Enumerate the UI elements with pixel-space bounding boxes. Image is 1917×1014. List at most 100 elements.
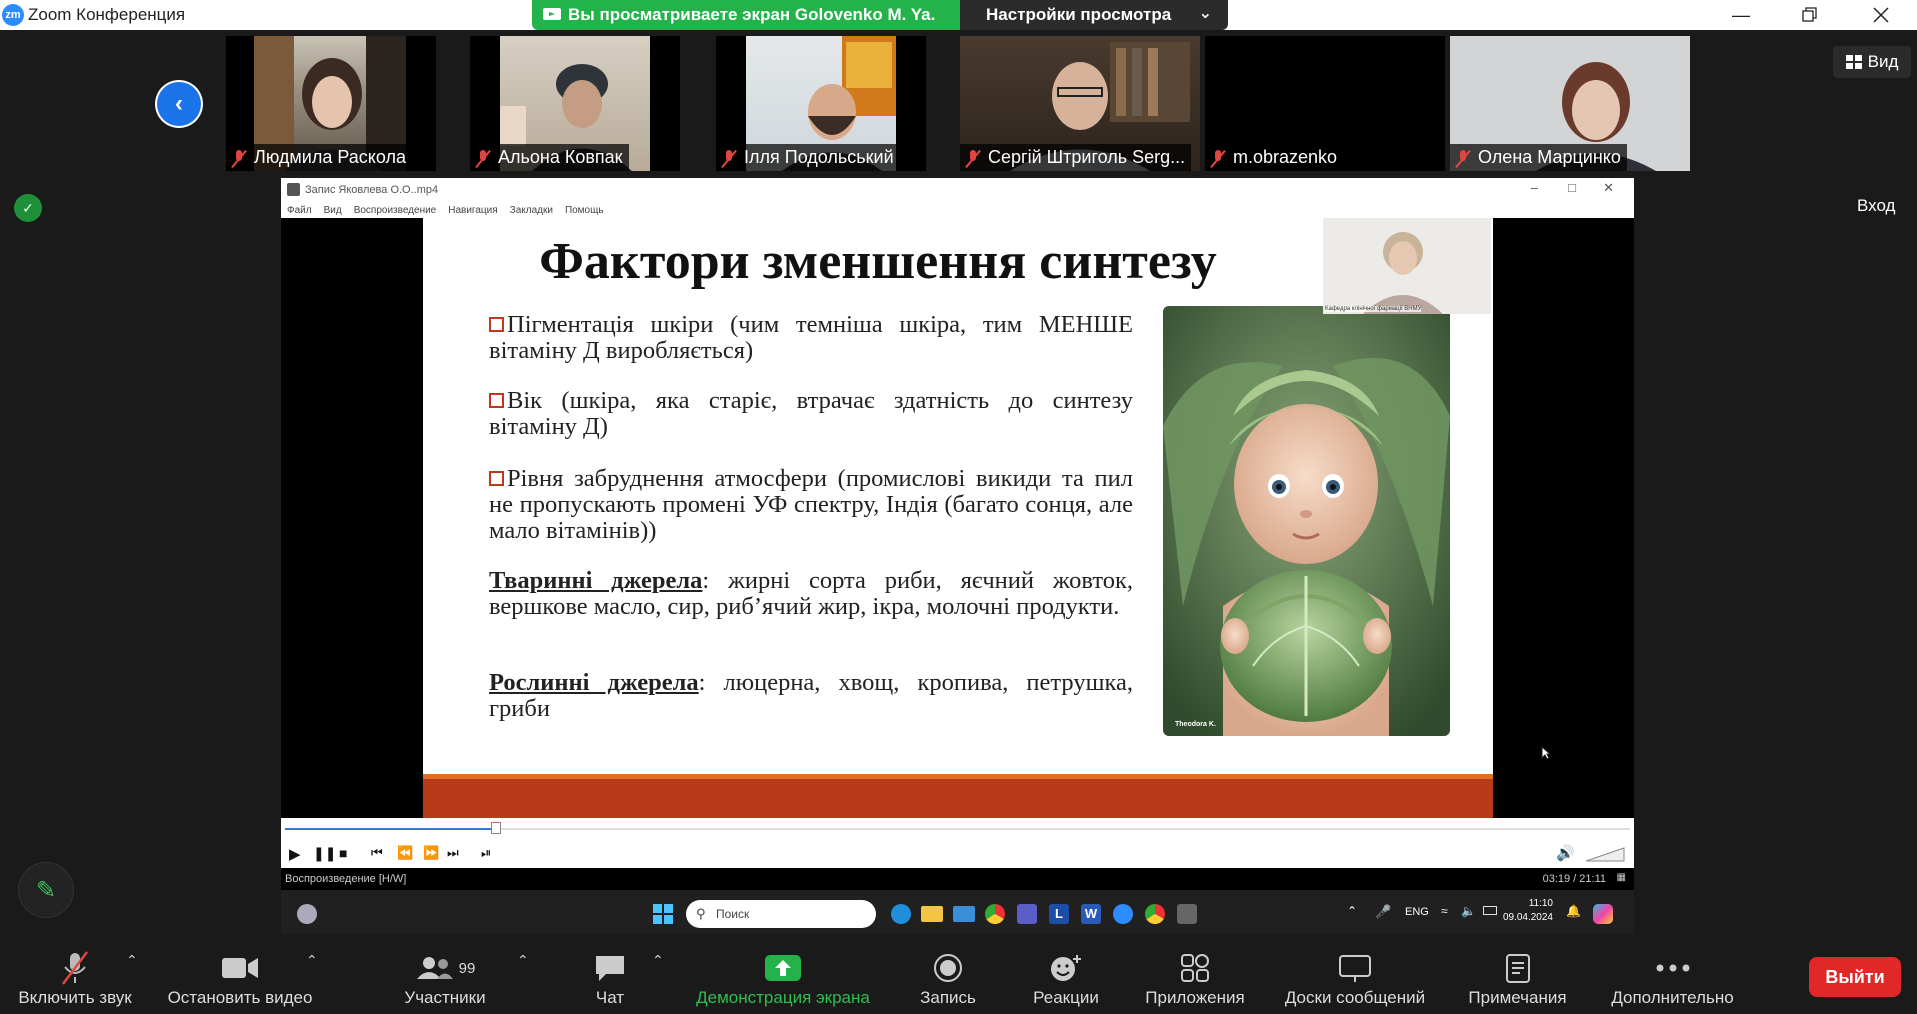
copilot-icon[interactable]	[1593, 904, 1613, 924]
chevron-up-icon[interactable]: ⌃	[1347, 904, 1357, 918]
audio-options-caret[interactable]: ⌃	[126, 952, 138, 969]
reactions-button[interactable]: Реакции	[1016, 934, 1116, 1014]
more-button[interactable]: Дополнительно	[1595, 934, 1750, 1014]
restore-button[interactable]	[1787, 0, 1833, 30]
annotate-pencil-button[interactable]: ✎	[18, 862, 74, 918]
player-mode-icon: ▦	[1616, 872, 1626, 883]
frame-step-button[interactable]: ⏯	[481, 845, 491, 861]
participants-options-caret[interactable]: ⌃	[517, 952, 529, 969]
fast-forward-button[interactable]: ⏩	[423, 845, 439, 861]
unmute-button[interactable]: Включить звук	[10, 934, 140, 1014]
apps-button[interactable]: Приложения	[1135, 934, 1255, 1014]
participant-tile[interactable]: Альона Ковпак	[470, 36, 680, 171]
minimize-button[interactable]: —	[1718, 0, 1764, 30]
mic-muted-icon	[230, 149, 248, 167]
taskbar-search-field[interactable]: ⚲ Поиск	[686, 900, 876, 928]
security-shield-icon[interactable]: ✓	[14, 194, 42, 222]
share-banner-text: Вы просматриваете экран Golovenko M. Ya.	[568, 5, 936, 24]
zoom-app-icon[interactable]	[1113, 904, 1133, 924]
previous-track-button[interactable]: ⏮	[371, 845, 383, 861]
stop-button[interactable]: ■	[339, 845, 347, 861]
chrome-profile-icon[interactable]	[1145, 904, 1165, 924]
windows-start-icon[interactable]	[653, 904, 673, 924]
participant-tile[interactable]: Ілля Подольський	[716, 36, 926, 171]
pip-caption: Кафедра клінічної фармації ВНМУ	[1325, 306, 1422, 312]
slide-bullet: Вік (шкіра, яка старіє, втрачає здатніст…	[489, 387, 1133, 440]
file-explorer-icon[interactable]	[921, 906, 943, 922]
seekbar-progress	[285, 828, 497, 830]
pause-button[interactable]: ❚❚	[313, 845, 336, 862]
player-seekbar[interactable]	[281, 818, 1634, 840]
shared-windows-taskbar: ⚲ Поиск L W ⌃ 🎤 ENG ≈ 🔈 11:10 09.04.2024…	[281, 890, 1634, 938]
record-button[interactable]: Запись	[905, 934, 991, 1014]
chevron-down-icon: ⌄	[1198, 5, 1212, 22]
menu-playback[interactable]: Воспроизведение	[354, 205, 437, 216]
volume-slider[interactable]	[1586, 846, 1626, 862]
apps-icon	[1181, 954, 1209, 982]
stop-video-button[interactable]: Остановить видео	[160, 934, 320, 1014]
mail-icon[interactable]	[953, 906, 975, 922]
share-screen-button[interactable]: Демонстрация экрана	[680, 934, 886, 1014]
whiteboards-button[interactable]: Доски сообщений	[1270, 934, 1440, 1014]
menu-file[interactable]: Файл	[287, 205, 312, 216]
player-controls: ▶ ❚❚ ■ ⏮ ⏪ ⏩ ⏭ ⏯ 🔊	[281, 840, 1634, 868]
menu-view[interactable]: Вид	[324, 205, 342, 216]
menu-help[interactable]: Помощь	[565, 205, 604, 216]
player-maximize-button[interactable]: □	[1568, 180, 1576, 195]
playback-status: Воспроизведение [H/W]	[285, 873, 407, 885]
view-options-dropdown[interactable]: Настройки просмотра ⌄	[960, 0, 1228, 30]
participants-button[interactable]: 99 Участники	[390, 934, 500, 1014]
microphone-icon: 🎤	[1375, 904, 1392, 919]
video-camera-icon	[222, 958, 258, 978]
image-caption: Theodora K.	[1175, 721, 1216, 728]
teams-icon[interactable]	[1017, 904, 1037, 924]
chrome-icon[interactable]	[985, 904, 1005, 924]
participant-name: m.obrazenko	[1205, 144, 1344, 171]
shared-screen: Запис Яковлева О.О..mp4 – □ ✕ Файл Вид В…	[281, 178, 1634, 938]
participant-tile[interactable]: m.obrazenko	[1205, 36, 1445, 171]
video-options-caret[interactable]: ⌃	[306, 952, 318, 969]
participant-name: Олена Марцинко	[1450, 144, 1627, 171]
notifications-bell-icon[interactable]: 🔔	[1566, 904, 1581, 918]
microphone-muted-icon	[62, 951, 88, 985]
participant-tile[interactable]: Олена Марцинко	[1450, 36, 1690, 171]
taskbar-clock-date[interactable]: 09.04.2024	[1491, 912, 1553, 923]
chevron-left-icon: ‹	[157, 82, 201, 126]
menu-navigation[interactable]: Навигация	[448, 205, 497, 216]
video-area: Фактори зменшення синтезу Пігментація шк…	[281, 218, 1634, 818]
animal-sources-text: Тваринні джерела: жирні сорта риби, яєчн…	[489, 567, 1133, 620]
participant-tile[interactable]: Сергій Штриголь Serg...	[960, 36, 1200, 171]
view-button[interactable]: Вид	[1833, 46, 1911, 78]
leave-meeting-button[interactable]: Выйти	[1809, 957, 1901, 997]
chat-button[interactable]: Чат	[570, 934, 650, 1014]
l-app-icon[interactable]: L	[1049, 904, 1069, 924]
close-window-button[interactable]	[1858, 0, 1904, 30]
player-title-bar: Запис Яковлева О.О..mp4 – □ ✕	[281, 178, 1634, 202]
meeting-toolbar: Включить звук ⌃ Остановить видео ⌃ 99 Уч…	[0, 934, 1917, 1014]
next-track-button[interactable]: ⏭	[447, 845, 459, 861]
presentation-slide: Фактори зменшення синтезу Пігментація шк…	[423, 218, 1551, 818]
volume-icon[interactable]: 🔊	[1556, 844, 1575, 862]
search-icon: ⚲	[696, 906, 706, 921]
media-app-icon[interactable]	[1177, 904, 1197, 924]
baby-cabbage-image: Theodora K.	[1163, 306, 1450, 736]
menu-bookmarks[interactable]: Закладки	[510, 205, 553, 216]
window-title: Zoom Конференция	[28, 5, 186, 24]
participant-tile[interactable]: Людмила Раскола	[226, 36, 436, 171]
input-language[interactable]: ENG	[1405, 906, 1429, 918]
seekbar-thumb[interactable]	[491, 822, 502, 834]
pencil-icon: ✎	[35, 876, 57, 904]
rewind-button[interactable]: ⏪	[397, 845, 413, 861]
player-close-button[interactable]: ✕	[1603, 180, 1614, 196]
player-minimize-button[interactable]: –	[1531, 180, 1538, 195]
word-icon[interactable]: W	[1081, 904, 1101, 924]
bullet-square-icon	[489, 317, 504, 332]
previous-page-button[interactable]: ‹	[155, 80, 203, 128]
play-button[interactable]: ▶	[289, 845, 301, 863]
signin-link[interactable]: Вход	[1857, 196, 1895, 216]
taskbar-clock-time[interactable]: 11:10	[1513, 898, 1553, 909]
chat-options-caret[interactable]: ⌃	[652, 952, 664, 969]
plant-sources-label: Рослинні джерела	[489, 669, 699, 696]
notes-button[interactable]: Примечания	[1455, 934, 1580, 1014]
edge-browser-icon[interactable]	[891, 904, 911, 924]
